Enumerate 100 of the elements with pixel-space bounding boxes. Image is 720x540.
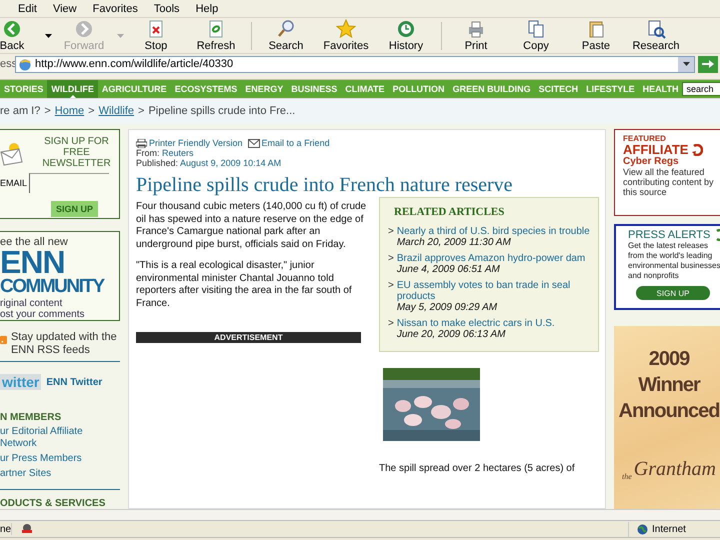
research-icon bbox=[646, 19, 666, 39]
privacy-icon bbox=[20, 523, 33, 535]
star-icon bbox=[336, 19, 356, 39]
address-field[interactable]: http://www.enn.com/wildlife/article/40330 bbox=[15, 56, 695, 72]
nav-tab[interactable]: POLLUTION bbox=[388, 80, 449, 98]
sign-up-button[interactable]: SIGN UP bbox=[636, 286, 710, 300]
nav-tab[interactable]: WILDLIFE bbox=[47, 80, 98, 98]
arrow-icon bbox=[702, 59, 714, 69]
go-button[interactable] bbox=[698, 56, 718, 72]
brand-logo: Grantham bbox=[634, 458, 716, 481]
article-date: May 5, 2009 09:29 AM bbox=[396, 302, 498, 313]
search-icon bbox=[276, 19, 296, 39]
publish-date: August 9, 2009 10:14 AM bbox=[180, 158, 282, 168]
printer-icon bbox=[136, 138, 147, 148]
section-heading: ODUCTS & SERVICES bbox=[0, 498, 106, 509]
source-link[interactable]: Reuters bbox=[162, 148, 194, 158]
printer-icon bbox=[466, 19, 486, 39]
print-link[interactable]: Printer Friendly Version bbox=[149, 138, 243, 148]
panel-text: Get the latest releases from the world's leading environmental businesses and nonprofits bbox=[628, 241, 720, 281]
article-paragraph: Four thousand cubic meters (140,000 cu ft) of crude oil has spewed into a nature reserve on the edge of France's Camargue national park after an underground pipe burst, officials said on Friday. bbox=[136, 201, 368, 251]
nav-tab[interactable]: HEALTH bbox=[638, 80, 682, 98]
menu-item[interactable]: View bbox=[44, 2, 85, 14]
related-article-link[interactable]: Nissan to make electric cars in U.S. bbox=[396, 318, 555, 329]
bullet-marker: > bbox=[388, 318, 394, 331]
affiliate-link[interactable]: Cyber Regs bbox=[623, 156, 720, 167]
sidebar-link[interactable]: artner Sites bbox=[0, 468, 120, 480]
ad-headline: Announced bbox=[618, 399, 720, 424]
search-field[interactable]: search bbox=[682, 82, 720, 96]
section-heading: N MEMBERS bbox=[0, 412, 62, 423]
envelope-icon bbox=[248, 138, 260, 148]
email-field[interactable] bbox=[29, 173, 110, 193]
breadcrumb-current: Pipeline spills crude into Fre... bbox=[148, 105, 296, 117]
menu-item[interactable]: Favorites bbox=[84, 2, 146, 14]
menu-item[interactable]: Help bbox=[188, 2, 226, 14]
nav-tab[interactable]: BUSINESS bbox=[287, 80, 342, 98]
toolbar-button[interactable]: Favorites bbox=[316, 19, 376, 52]
nav-tab[interactable]: SCITECH bbox=[534, 80, 582, 98]
breadcrumb-separator: > bbox=[138, 105, 144, 117]
breadcrumb-label: re am I? bbox=[0, 105, 40, 117]
nav-tab[interactable]: ENERGY bbox=[241, 80, 288, 98]
status-text: ne bbox=[0, 524, 12, 534]
from-label: From: bbox=[136, 148, 160, 158]
bullet-marker: > bbox=[388, 226, 394, 239]
banner-logo: COMMUNITY bbox=[0, 276, 106, 298]
article-paragraph: "This is a real ecological disaster," junior environmental minister Chantal Jouanno told reporters after visiting the area in the far south of France. bbox=[136, 260, 353, 310]
toolbar-button[interactable]: Stop bbox=[126, 19, 186, 52]
toolbar-button[interactable]: History bbox=[376, 19, 436, 52]
nav-tab[interactable]: GREEN BUILDING bbox=[448, 80, 535, 98]
ad-headline: 2009 bbox=[648, 347, 690, 372]
banner-text: ost your comments bbox=[0, 309, 86, 320]
panel-title: RELATED ARTICLES bbox=[394, 206, 506, 218]
related-article-link[interactable]: Nearly a third of U.S. bird species in trouble bbox=[396, 226, 590, 237]
email-label: EMAIL bbox=[0, 178, 28, 188]
twitter-logo: witter bbox=[0, 374, 42, 390]
related-article-link[interactable]: Brazil approves Amazon hydro-power dam bbox=[396, 253, 586, 264]
advertisement-bar: ADVERTISEMENT bbox=[136, 332, 361, 343]
breadcrumb-link[interactable]: Home bbox=[54, 105, 84, 117]
dropdown-icon[interactable] bbox=[682, 62, 690, 66]
toolbar-button[interactable]: Copy bbox=[506, 19, 566, 52]
toolbar-button[interactable]: Paste bbox=[566, 19, 626, 52]
twitter-link[interactable]: ENN Twitter bbox=[46, 376, 102, 388]
horizontal-scrollbar[interactable] bbox=[0, 509, 720, 521]
zone-label: Internet bbox=[652, 524, 686, 534]
banner-text: riginal content bbox=[0, 298, 64, 309]
menu-item[interactable]: Edit bbox=[10, 2, 45, 14]
panel-title: AFFILIATE bbox=[623, 143, 688, 156]
nav-tab[interactable]: STORIES bbox=[0, 80, 48, 98]
copy-icon bbox=[526, 19, 546, 39]
menu-item[interactable]: Tools bbox=[146, 2, 188, 14]
toolbar-button[interactable]: Search bbox=[256, 19, 316, 52]
article-date: March 20, 2009 11:30 AM bbox=[396, 237, 512, 248]
sign-up-button[interactable]: SIGN UP bbox=[50, 201, 98, 217]
breadcrumb-link[interactable]: Wildlife bbox=[98, 105, 134, 117]
nav-tab[interactable]: AGRICULTURE bbox=[98, 80, 171, 98]
newsletter-title: SIGN UP FOR FREE NEWSLETTER bbox=[41, 136, 112, 169]
rss-link[interactable]: Stay updated with the ENN RSS feeds bbox=[10, 331, 120, 357]
toolbar-button[interactable]: Research bbox=[626, 19, 686, 52]
breadcrumb-separator: > bbox=[88, 105, 95, 117]
caret-icon[interactable] bbox=[44, 34, 52, 38]
published-label: Published: bbox=[136, 158, 180, 168]
clock-icon bbox=[396, 19, 416, 39]
brand-text: the bbox=[622, 472, 632, 481]
sidebar-link[interactable]: ur Press Members bbox=[0, 453, 120, 465]
community-banner[interactable]: ee the all new ENN COMMUNITY riginal content ost your comments bbox=[0, 231, 120, 321]
article-date: June 4, 2009 06:51 AM bbox=[396, 264, 501, 275]
toolbar-button[interactable]: Refresh bbox=[186, 19, 246, 52]
nav-tab[interactable]: LIFESTYLE bbox=[582, 80, 639, 98]
article-date: June 20, 2009 06:13 AM bbox=[396, 329, 506, 340]
toolbar-button[interactable]: Print bbox=[446, 19, 506, 52]
toolbar-button[interactable]: Back bbox=[0, 19, 42, 52]
circular-arrow-icon bbox=[691, 144, 704, 156]
email-link[interactable]: Email to a Friend bbox=[262, 138, 330, 148]
globe-icon bbox=[637, 524, 648, 534]
nav-tab[interactable]: ECOSYSTEMS bbox=[170, 80, 242, 98]
nav-tab[interactable]: CLIMATE bbox=[341, 80, 389, 98]
banner-logo: ENN bbox=[0, 248, 65, 276]
panel-kicker: FEATURED bbox=[623, 134, 667, 143]
article-paragraph: The spill spread over 2 hectares (5 acres) of bbox=[379, 463, 576, 474]
ad-headline: Winner bbox=[638, 373, 700, 398]
related-article-link[interactable]: EU assembly votes to ban trade in seal products bbox=[396, 280, 592, 302]
